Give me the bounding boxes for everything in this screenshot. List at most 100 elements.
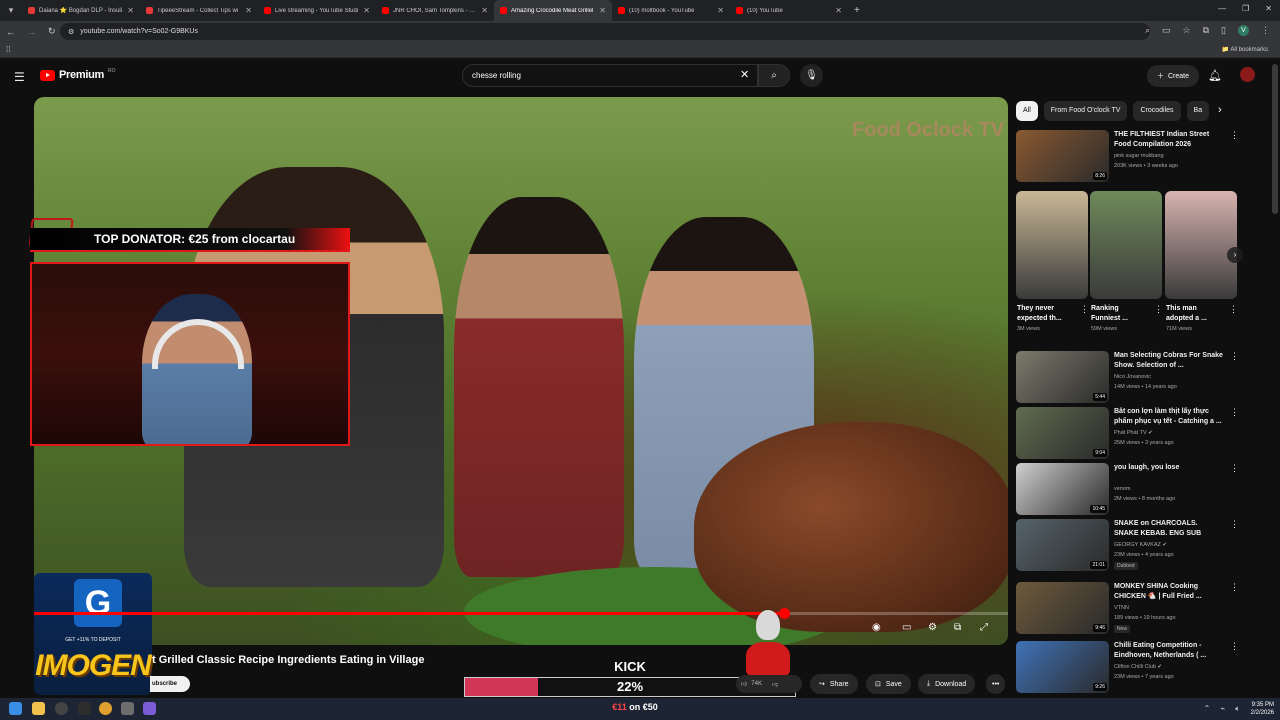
browser-tab[interactable]: Amazing Crocodile Meat Grillel ✕ bbox=[494, 0, 612, 21]
share-button[interactable]: ↪ Share bbox=[810, 674, 858, 694]
filter-chip[interactable]: Crocodiles bbox=[1133, 101, 1181, 121]
notifications-bell-icon[interactable]: 🔔︎ bbox=[1208, 69, 1222, 82]
browser-menu-icon[interactable]: ⋮ bbox=[1261, 25, 1270, 36]
related-video-item[interactable]: 9:46 MONKEY SHINA Cooking CHICKEN 🐔 | Ful… bbox=[1016, 582, 1256, 636]
video-item-channel[interactable]: venom bbox=[1114, 486, 1131, 492]
network-icon[interactable]: ⌁ bbox=[1220, 704, 1225, 714]
profile-avatar[interactable]: V bbox=[1238, 25, 1249, 36]
file-explorer-icon[interactable] bbox=[32, 702, 45, 715]
video-item-title[interactable]: Man Selecting Cobras For Snake Show. Sel… bbox=[1114, 351, 1224, 371]
download-button[interactable]: ⤓ Download bbox=[918, 674, 976, 694]
video-item-channel[interactable]: pink sugar mukbang bbox=[1114, 153, 1164, 159]
clear-search-icon[interactable]: ✕ bbox=[740, 68, 749, 81]
related-video-item[interactable]: 5:44 Man Selecting Cobras For Snake Show.… bbox=[1016, 351, 1256, 405]
taskbar-clock[interactable]: 9:35 PM 2/2/2026 bbox=[1251, 701, 1274, 717]
forward-icon[interactable]: → bbox=[27, 27, 36, 37]
related-video-item[interactable]: 8:26 THE FILTHIEST Indian Street Food Com… bbox=[1016, 130, 1256, 184]
video-thumbnail[interactable]: 9:26 bbox=[1016, 641, 1109, 693]
subtitles-icon[interactable]: ▭ bbox=[902, 622, 911, 633]
fullscreen-icon[interactable]: ⤢ bbox=[980, 622, 988, 633]
chrome-icon[interactable] bbox=[99, 702, 112, 715]
zoom-icon[interactable]: ⌕ bbox=[1145, 25, 1150, 36]
obs-icon[interactable] bbox=[55, 702, 68, 715]
short-title[interactable]: Ranking Funniest ... bbox=[1091, 304, 1147, 324]
save-button[interactable]: ⊡ Save bbox=[866, 674, 911, 694]
filter-chip[interactable]: From Food O'clock TV bbox=[1043, 101, 1128, 121]
bookmark-star-icon[interactable]: ☆ bbox=[1183, 25, 1191, 36]
video-item-title[interactable]: MONKEY SHINA Cooking CHICKEN 🐔 | Full Fr… bbox=[1114, 582, 1224, 602]
address-bar[interactable]: ⚙ youtube.com/watch?v=So02-G9BKUs bbox=[60, 23, 1150, 40]
voice-search-button[interactable]: 🎙 bbox=[800, 64, 823, 87]
browser-tab[interactable]: (10) YouTube ✕ bbox=[730, 0, 848, 21]
dislike-icon[interactable]: 👎︎ bbox=[772, 680, 778, 688]
video-thumbnail[interactable]: 5:44 bbox=[1016, 351, 1109, 403]
short-thumbnail[interactable] bbox=[1016, 191, 1088, 299]
video-more-icon[interactable]: ⋮ bbox=[1230, 519, 1239, 530]
minimize-icon[interactable]: — bbox=[1218, 4, 1226, 13]
windows-start-icon[interactable] bbox=[9, 702, 22, 715]
tab-search-icon[interactable]: ▾ bbox=[0, 5, 22, 16]
video-item-channel[interactable]: Clifton Chilli Club ✔ bbox=[1114, 664, 1162, 670]
video-item-channel[interactable]: Phát Phát TV ✔ bbox=[1114, 430, 1153, 436]
search-button[interactable]: ⌕ bbox=[758, 64, 790, 87]
browser-tab[interactable]: JNR CHOI, Sam Tompkins - TO ✕ bbox=[376, 0, 494, 21]
site-info-icon[interactable]: ⚙ bbox=[68, 28, 74, 36]
tab-close-icon[interactable]: ✕ bbox=[363, 6, 370, 15]
browser-tab[interactable]: Live streaming - YouTube Studi ✕ bbox=[258, 0, 376, 21]
short-thumbnail[interactable] bbox=[1165, 191, 1237, 299]
tab-close-icon[interactable]: ✕ bbox=[599, 6, 606, 15]
extensions-icon[interactable]: ⧉ bbox=[1203, 25, 1209, 36]
search-input[interactable]: chesse rolling bbox=[462, 64, 758, 87]
hamburger-menu-icon[interactable]: ☰ bbox=[14, 70, 25, 84]
video-thumbnail[interactable]: 9:46 bbox=[1016, 582, 1109, 634]
tab-close-icon[interactable]: ✕ bbox=[835, 6, 842, 15]
short-title[interactable]: They never expected th... bbox=[1017, 304, 1073, 324]
account-avatar[interactable] bbox=[1240, 67, 1255, 82]
short-more-icon[interactable]: ⋮ bbox=[1229, 304, 1238, 315]
cast-icon[interactable]: ▭ bbox=[1162, 25, 1171, 36]
apps-grid-icon[interactable]: ⁞⁞ bbox=[6, 45, 10, 54]
tab-close-icon[interactable]: ✕ bbox=[245, 6, 252, 15]
discord-icon[interactable] bbox=[143, 702, 156, 715]
video-item-channel[interactable]: Nico Jovanovic bbox=[1114, 374, 1151, 380]
browser-tab[interactable]: (10) moltbook - YouTube ✕ bbox=[612, 0, 730, 21]
subscribe-button[interactable]: ubscribe bbox=[150, 676, 190, 692]
video-progress-bar[interactable] bbox=[34, 608, 1008, 619]
short-more-icon[interactable]: ⋮ bbox=[1154, 304, 1163, 315]
close-window-icon[interactable]: ✕ bbox=[1265, 4, 1272, 13]
video-thumbnail[interactable]: 10:45 bbox=[1016, 463, 1109, 515]
maximize-icon[interactable]: ❐ bbox=[1242, 4, 1249, 13]
short-title[interactable]: This man adopted a ... bbox=[1166, 304, 1222, 324]
filter-chip[interactable]: All bbox=[1016, 101, 1038, 121]
youtube-logo[interactable]: Premium RO bbox=[40, 68, 115, 81]
reload-icon[interactable]: ↻ bbox=[48, 26, 56, 37]
back-icon[interactable]: ← bbox=[6, 27, 15, 37]
browser-tab[interactable]: TipeeeStream - Collect Tips wi ✕ bbox=[140, 0, 258, 21]
page-scrollbar[interactable] bbox=[1272, 64, 1278, 214]
volume-icon[interactable]: 🔈︎ bbox=[1235, 704, 1240, 714]
video-item-channel[interactable]: VTNN bbox=[1114, 605, 1129, 611]
video-more-icon[interactable]: ⋮ bbox=[1230, 351, 1239, 362]
video-item-title[interactable]: Bắt con lợn làm thịt lấy thực phẩm phục … bbox=[1114, 407, 1224, 427]
new-tab-icon[interactable]: + bbox=[848, 5, 866, 16]
create-button[interactable]: ＋ Create bbox=[1147, 65, 1200, 87]
browser-tab[interactable]: Daiana ⭐ Bogdan DLP - Insuli ✕ bbox=[22, 0, 140, 21]
video-item-title[interactable]: you laugh, you lose bbox=[1114, 463, 1224, 473]
video-item-title[interactable]: THE FILTHIEST Indian Street Food Compila… bbox=[1114, 130, 1224, 150]
tab-close-icon[interactable]: ✕ bbox=[481, 6, 488, 15]
settings-gear-icon[interactable]: ⚙ bbox=[928, 622, 937, 633]
autoplay-icon[interactable]: ◉ bbox=[872, 622, 881, 633]
related-video-item[interactable]: 9:26 Chilli Eating Competition - Eindhove… bbox=[1016, 641, 1256, 695]
related-video-item[interactable]: 10:45 you laugh, you lose venom 2M views • … bbox=[1016, 463, 1256, 517]
tab-close-icon[interactable]: ✕ bbox=[717, 6, 724, 15]
video-item-title[interactable]: Chilli Eating Competition - Eindhoven, N… bbox=[1114, 641, 1224, 661]
filter-chip[interactable]: Ba bbox=[1186, 101, 1210, 121]
video-more-icon[interactable]: ⋮ bbox=[1230, 582, 1239, 593]
video-thumbnail[interactable]: 9:04 bbox=[1016, 407, 1109, 459]
video-more-icon[interactable]: ⋮ bbox=[1230, 407, 1239, 418]
video-item-title[interactable]: SNAKE on CHARCOALS. SNAKE KEBAB. ENG SUB bbox=[1114, 519, 1224, 539]
chips-next-icon[interactable]: › bbox=[1218, 104, 1222, 116]
video-more-icon[interactable]: ⋮ bbox=[1230, 463, 1239, 474]
capcut-icon[interactable] bbox=[78, 702, 91, 715]
video-more-icon[interactable]: ⋮ bbox=[1230, 130, 1239, 141]
